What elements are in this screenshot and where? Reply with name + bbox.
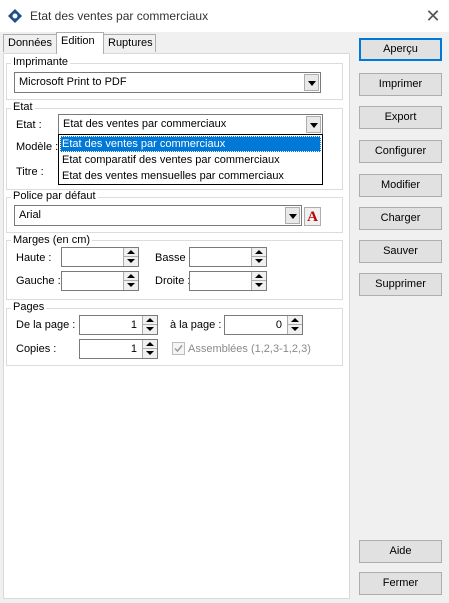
charger-button[interactable]: Charger	[359, 207, 442, 230]
copies-label: Copies :	[16, 343, 57, 355]
haute-spinner[interactable]	[123, 248, 138, 266]
pages-group-title: Pages	[11, 301, 47, 313]
etat-select[interactable]: Etat des ventes par commerciaux	[58, 114, 323, 135]
from-page-value: 1	[130, 319, 137, 331]
aide-button[interactable]: Aide	[359, 540, 442, 563]
droite-input[interactable]	[189, 271, 267, 291]
fermer-button[interactable]: Fermer	[359, 572, 442, 595]
basse-input[interactable]	[189, 247, 267, 267]
printer-group-title: Imprimante	[11, 56, 71, 68]
font-select-value: Arial	[19, 209, 42, 221]
margins-group	[6, 240, 343, 300]
etat-dropdown-list: Etat des ventes par commerciaux Etat com…	[58, 134, 323, 185]
to-page-value: 0	[275, 319, 282, 331]
chevron-down-icon[interactable]	[304, 74, 319, 91]
font-picker-icon[interactable]: A	[304, 207, 321, 226]
etat-group-title: Etat	[11, 101, 35, 113]
supprimer-button[interactable]: Supprimer	[359, 273, 442, 296]
close-icon: ✕	[425, 6, 441, 26]
to-page-label: à la page :	[170, 319, 222, 331]
gauche-label: Gauche :	[16, 275, 61, 287]
modele-label: Modèle :	[16, 141, 59, 153]
from-page-spinner[interactable]	[142, 316, 157, 334]
printer-select[interactable]: Microsoft Print to PDF	[14, 72, 321, 93]
copies-spinner[interactable]	[142, 340, 157, 358]
gauche-spinner[interactable]	[123, 272, 138, 290]
app-icon	[8, 9, 22, 23]
font-select[interactable]: Arial	[14, 205, 302, 226]
dropdown-option[interactable]: Etat comparatif des ventes par commercia…	[60, 152, 321, 168]
gauche-input[interactable]	[61, 271, 139, 291]
chevron-down-icon[interactable]	[306, 116, 321, 133]
printer-select-value: Microsoft Print to PDF	[19, 76, 127, 88]
chevron-down-icon[interactable]	[285, 207, 300, 224]
etat-select-value: Etat des ventes par commerciaux	[63, 118, 227, 130]
copies-value: 1	[130, 343, 137, 355]
to-page-spinner[interactable]	[287, 316, 302, 334]
haute-input[interactable]	[61, 247, 139, 267]
modifier-button[interactable]: Modifier	[359, 174, 442, 197]
tab-donnees[interactable]: Données	[3, 34, 57, 52]
font-group-title: Police par défaut	[11, 190, 98, 202]
collate-label: Assemblées (1,2,3-1,2,3)	[188, 343, 311, 355]
apercu-button[interactable]: Aperçu	[359, 38, 442, 61]
haute-label: Haute :	[16, 252, 52, 264]
basse-label: Basse :	[155, 252, 192, 264]
configurer-button[interactable]: Configurer	[359, 140, 442, 163]
export-button[interactable]: Export	[359, 106, 442, 129]
droite-label: Droite :	[155, 275, 191, 287]
dropdown-option[interactable]: Etat des ventes par commerciaux	[60, 136, 321, 152]
basse-spinner[interactable]	[251, 248, 266, 266]
close-button[interactable]: ✕	[420, 3, 446, 29]
margins-group-title: Marges (en cm)	[11, 234, 93, 246]
copies-input[interactable]: 1	[79, 339, 158, 359]
window-title: Etat des ventes par commerciaux	[30, 9, 209, 23]
sauver-button[interactable]: Sauver	[359, 240, 442, 263]
titre-label: Titre :	[16, 166, 44, 178]
tab-ruptures[interactable]: Ruptures	[103, 34, 156, 52]
collate-checkbox[interactable]	[172, 342, 185, 355]
from-page-label: De la page :	[16, 319, 76, 331]
from-page-input[interactable]: 1	[79, 315, 158, 335]
imprimer-button[interactable]: Imprimer	[359, 73, 442, 96]
tab-edition[interactable]: Edition	[56, 32, 104, 54]
to-page-input[interactable]: 0	[224, 315, 303, 335]
droite-spinner[interactable]	[251, 272, 266, 290]
checkmark-icon	[174, 345, 183, 353]
title-bar: Etat des ventes par commerciaux ✕	[0, 0, 449, 32]
dropdown-option[interactable]: Etat des ventes mensuelles par commercia…	[60, 168, 321, 184]
etat-label: Etat :	[16, 119, 42, 131]
